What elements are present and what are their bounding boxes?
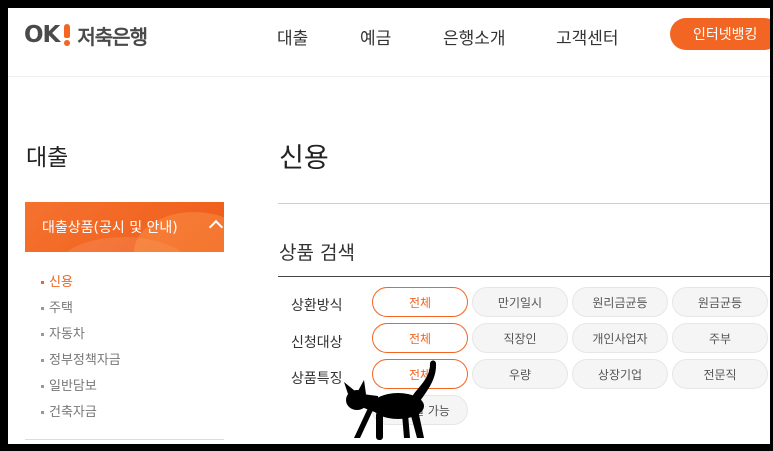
sidebar-item-secured[interactable]: 일반담보 [41, 375, 97, 394]
sidebar-group-label: 대출상품(공시 및 안내) [42, 220, 178, 236]
nav-item-deposit[interactable]: 예금 [360, 24, 391, 49]
logo-ok: OK [24, 22, 60, 48]
chip-target-self-employed[interactable]: 개인사업자 [572, 323, 668, 353]
logo-exclamation-icon [60, 23, 74, 47]
logo[interactable]: OK 저축은행 [24, 20, 148, 50]
nav-item-support[interactable]: 고객센터 [556, 24, 619, 49]
sidebar-item-car[interactable]: 자동차 [41, 323, 85, 342]
chip-feature-professional[interactable]: 전문직 [672, 359, 768, 389]
sidebar-item-credit[interactable]: 신용 [41, 271, 73, 290]
page-title: 신용 [279, 143, 329, 174]
page-frame: OK 저축은행 대출 예금 은행소개 고객센터 인터넷뱅킹 대출 대출상품(공시… [8, 8, 770, 444]
title-divider [278, 203, 770, 204]
filter-label-feature: 상품특징 [291, 371, 343, 387]
search-title: 상품 검색 [279, 242, 355, 264]
chip-repayment-all[interactable]: 전체 [372, 287, 468, 317]
sidebar-item-construction[interactable]: 건축자금 [41, 401, 97, 420]
chip-target-homemaker[interactable]: 주부 [672, 323, 768, 353]
sidebar-item-housing[interactable]: 주택 [41, 297, 73, 316]
chip-feature-listed-company[interactable]: 상장기업 [572, 359, 668, 389]
search-divider [278, 276, 770, 277]
internet-banking-button[interactable]: 인터넷뱅킹 [670, 18, 770, 50]
sidebar-item-policy-fund[interactable]: 정부정책자금 [41, 349, 121, 368]
sidebar-title: 대출 [26, 145, 69, 171]
filter-label-repayment: 상환방식 [291, 298, 343, 314]
chip-repayment-equal-principal[interactable]: 원금균등 [672, 287, 768, 317]
sidebar-group-loan-products[interactable]: 대출상품(공시 및 안내) [25, 202, 224, 252]
chip-feature-prime[interactable]: 우량 [472, 359, 568, 389]
chip-repayment-equal-principal-interest[interactable]: 원리금균등 [572, 287, 668, 317]
nav-item-loan[interactable]: 대출 [277, 24, 308, 49]
chip-target-employee[interactable]: 직장인 [472, 323, 568, 353]
sidebar-list: 신용 주택 자동차 정부정책자금 일반담보 건축자금 [25, 261, 224, 440]
filter-label-target: 신청대상 [291, 335, 343, 351]
chip-repayment-bullet[interactable]: 만기일시 [472, 287, 568, 317]
nav-item-about[interactable]: 은행소개 [443, 24, 506, 49]
header: OK 저축은행 대출 예금 은행소개 고객센터 인터넷뱅킹 [8, 8, 770, 77]
logo-name: 저축은행 [77, 24, 148, 49]
cat-silhouette-icon [344, 360, 437, 440]
chip-target-all[interactable]: 전체 [372, 323, 468, 353]
